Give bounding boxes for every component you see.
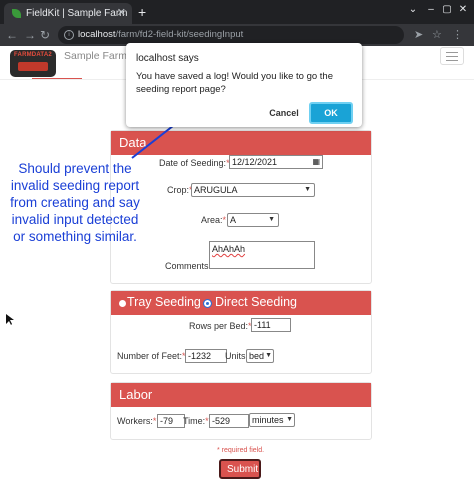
dialog-title: localhost says xyxy=(136,53,199,64)
cursor-icon xyxy=(6,314,14,325)
rows-per-bed-input[interactable]: -111 xyxy=(251,318,291,332)
labor-panel-header: Labor xyxy=(111,383,371,407)
submit-button[interactable]: Submit xyxy=(219,459,261,479)
chevron-down-icon: ▼ xyxy=(265,352,272,359)
workers-label: Workers:* xyxy=(117,416,157,426)
units-select[interactable]: bed ▼ xyxy=(246,349,274,363)
direct-seeding-radio[interactable] xyxy=(203,299,212,308)
labor-section-title: Labor xyxy=(119,387,153,402)
time-label: Time:* xyxy=(183,416,209,426)
rows-per-bed-label: Rows per Bed:* xyxy=(189,321,252,331)
required-field-note: * required field. xyxy=(217,447,265,454)
number-of-feet-label: Number of Feet:* xyxy=(117,351,186,361)
time-unit-select[interactable]: minutes ▼ xyxy=(249,413,295,427)
direct-seeding-label: Direct Seeding xyxy=(215,295,297,309)
seeding-type-panel: Tray Seeding Direct Seeding Rows per Bed… xyxy=(110,290,372,374)
ok-button[interactable]: OK xyxy=(309,102,353,124)
time-input[interactable]: -529 xyxy=(209,414,249,428)
chevron-down-icon: ▼ xyxy=(286,416,293,423)
dialog-message: You have saved a log! Would you like to … xyxy=(136,71,333,95)
tray-seeding-label: Tray Seeding xyxy=(127,295,201,309)
cancel-button[interactable]: Cancel xyxy=(262,104,306,122)
alert-dialog: localhost says You have saved a log! Wou… xyxy=(126,43,362,127)
units-label: Units xyxy=(225,351,246,361)
labor-panel: Labor Workers:* -79 Time:* -529 minutes ▼ xyxy=(110,382,372,440)
number-of-feet-input[interactable]: -1232 xyxy=(185,349,227,363)
workers-input[interactable]: -79 xyxy=(157,414,185,428)
tray-seeding-radio[interactable] xyxy=(119,300,126,307)
seeding-type-header: Tray Seeding Direct Seeding xyxy=(111,291,371,315)
